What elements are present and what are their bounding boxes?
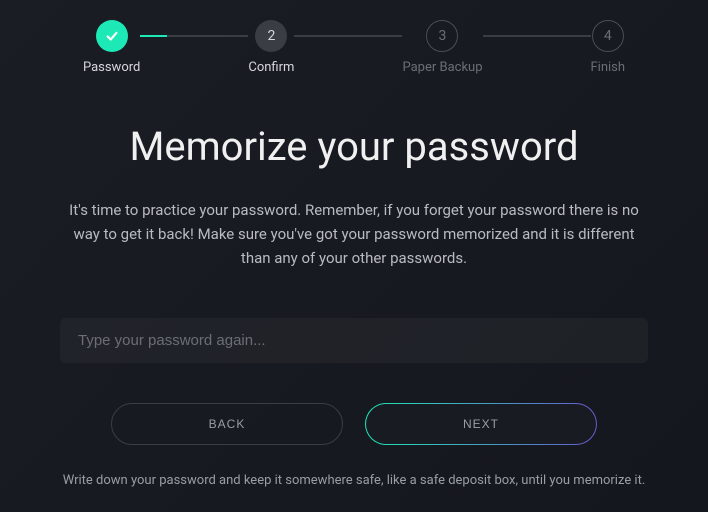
step-label: Finish xyxy=(591,60,626,75)
password-input[interactable] xyxy=(60,318,648,363)
page-description: It's time to practice your password. Rem… xyxy=(60,198,648,270)
footer-note: Write down your password and keep it som… xyxy=(60,473,648,488)
back-button[interactable]: BACK xyxy=(111,403,343,445)
step-circle-current: 2 xyxy=(255,20,287,52)
step-connector xyxy=(483,35,591,37)
check-icon xyxy=(105,29,119,43)
step-circle-done xyxy=(96,20,128,52)
step-circle-pending: 4 xyxy=(592,20,624,52)
password-input-wrapper xyxy=(60,318,648,363)
button-row: BACK NEXT xyxy=(60,403,648,445)
step-paper-backup: 3 Paper Backup xyxy=(402,20,482,75)
step-connector xyxy=(140,35,248,37)
step-finish: 4 Finish xyxy=(591,20,626,75)
stepper: Password 2 Confirm 3 Paper Backup 4 Fini… xyxy=(60,20,648,75)
step-confirm: 2 Confirm xyxy=(248,20,294,75)
next-button[interactable]: NEXT xyxy=(365,403,597,445)
step-label: Confirm xyxy=(248,60,294,75)
step-connector xyxy=(294,35,402,37)
step-circle-pending: 3 xyxy=(426,20,458,52)
step-label: Password xyxy=(83,60,140,75)
page-title: Memorize your password xyxy=(60,123,648,170)
step-label: Paper Backup xyxy=(402,60,482,75)
step-password: Password xyxy=(83,20,140,75)
